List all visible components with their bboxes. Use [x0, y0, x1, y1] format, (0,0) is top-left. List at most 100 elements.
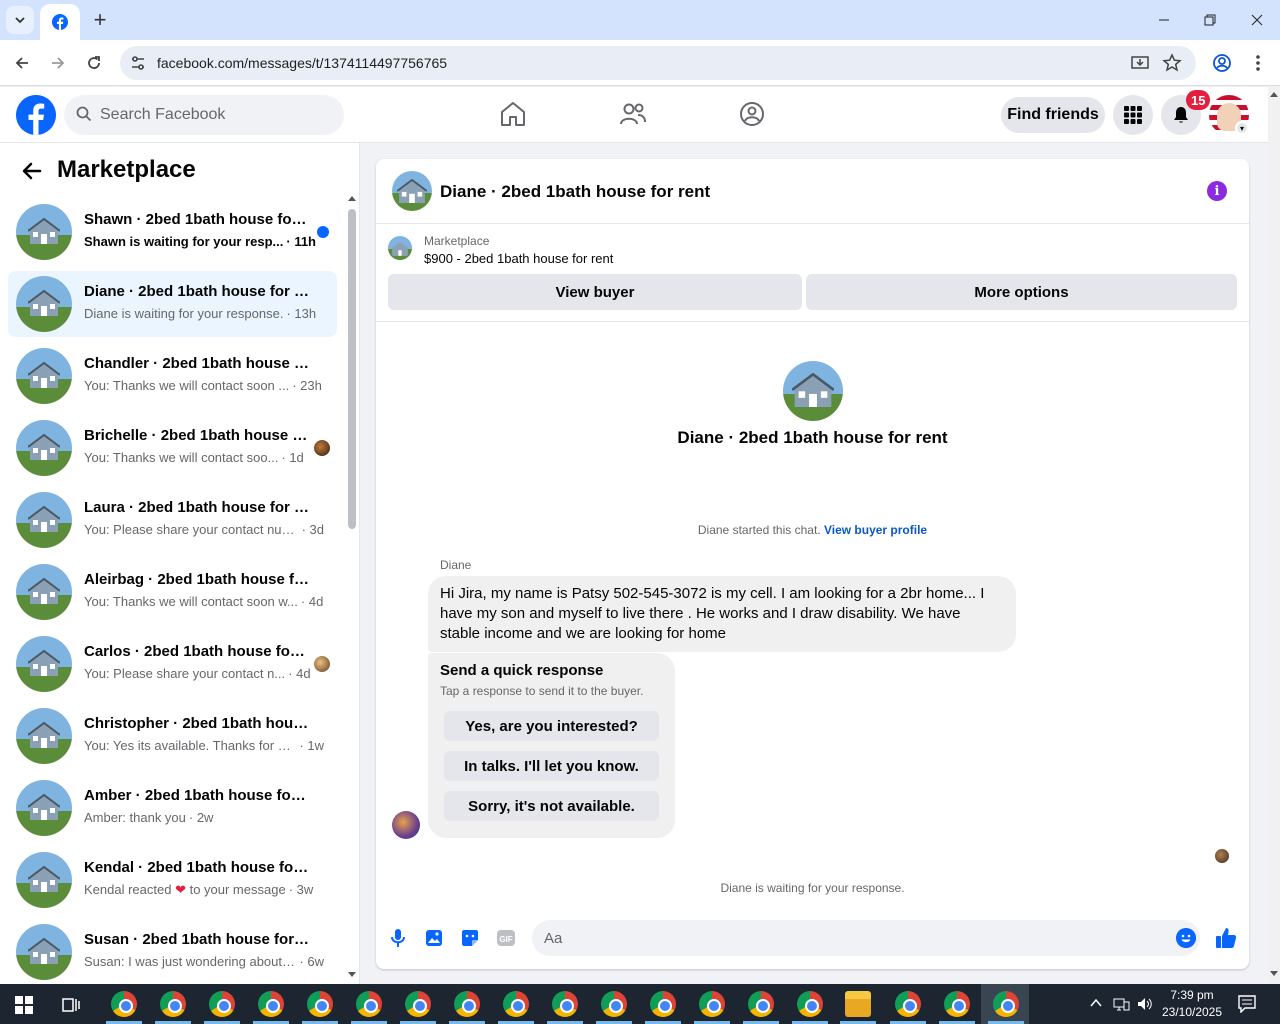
conversation-item[interactable]: Diane · 2bed 1bath house for rent Diane i…: [8, 271, 337, 337]
house-thumbnail-icon: [792, 373, 834, 407]
chevron-down-icon: [15, 17, 25, 24]
chrome-taskbar-icon[interactable]: [454, 991, 480, 1017]
reload-button[interactable]: [80, 49, 108, 77]
menu-grid-button[interactable]: [1113, 95, 1153, 135]
chrome-taskbar-icon[interactable]: [111, 991, 137, 1017]
address-bar[interactable]: facebook.com/messages/t/1374114497756765: [120, 46, 1196, 80]
forward-button[interactable]: [44, 49, 72, 77]
chrome-taskbar-icon[interactable]: [209, 991, 235, 1017]
notification-center-icon[interactable]: [1238, 995, 1256, 1013]
page-scrollbar[interactable]: [1268, 87, 1280, 984]
house-thumbnail-icon: [28, 362, 60, 388]
scroll-up-arrow-icon[interactable]: [1270, 91, 1278, 97]
message-input[interactable]: Aa: [532, 920, 1200, 956]
scroll-up-arrow-icon[interactable]: [348, 195, 356, 201]
conversation-item[interactable]: Amber · 2bed 1bath house for rent Amber: …: [8, 775, 337, 841]
search-placeholder: Search Facebook: [100, 106, 226, 123]
conversation-item[interactable]: Shawn · 2bed 1bath house for rent Shawn i…: [8, 199, 337, 265]
listing-title[interactable]: $900 - 2bed 1bath house for rent: [424, 251, 613, 266]
chrome-taskbar-icon[interactable]: [699, 991, 725, 1017]
quick-response-button[interactable]: Yes, are you interested?: [444, 711, 659, 741]
back-arrow-icon[interactable]: [20, 159, 44, 183]
minimize-window-button[interactable]: [1141, 0, 1187, 40]
chrome-taskbar-icon[interactable]: [503, 991, 529, 1017]
chrome-taskbar-icon[interactable]: [601, 991, 627, 1017]
new-tab-button[interactable]: +: [86, 6, 114, 34]
task-view-icon[interactable]: [62, 996, 80, 1014]
home-nav-icon[interactable]: [498, 99, 528, 129]
account-menu-chevron-icon[interactable]: ▾: [1235, 121, 1249, 135]
groups-nav-icon[interactable]: [737, 99, 767, 129]
gif-button[interactable]: GIF: [494, 926, 518, 950]
conversation-item[interactable]: Carlos · 2bed 1bath house for rent You: P…: [8, 631, 337, 697]
install-app-icon[interactable]: [1130, 53, 1150, 73]
tab-search-button[interactable]: [6, 6, 34, 34]
chrome-taskbar-icon[interactable]: [944, 991, 970, 1017]
network-icon[interactable]: [1112, 996, 1130, 1012]
more-options-button[interactable]: More options: [806, 274, 1237, 310]
chrome-taskbar-icon[interactable]: [650, 991, 676, 1017]
conversation-item[interactable]: Susan · 2bed 1bath house for rent Susan: …: [8, 919, 337, 984]
chrome-taskbar-icon[interactable]: [895, 991, 921, 1017]
friends-nav-icon[interactable]: [618, 99, 648, 129]
conversation-item[interactable]: Aleirbag · 2bed 1bath house for rent You:…: [8, 559, 337, 625]
find-friends-button[interactable]: Find friends: [1001, 97, 1105, 133]
volume-icon[interactable]: [1136, 996, 1154, 1012]
browser-menu-icon[interactable]: [1250, 53, 1266, 73]
sidebar-scroll-thumb[interactable]: [348, 209, 356, 529]
conversation-item[interactable]: Brichelle · 2bed 1bath house for rent You…: [8, 415, 337, 481]
chrome-taskbar-icon[interactable]: [552, 991, 578, 1017]
chrome-taskbar-icon[interactable]: [307, 991, 333, 1017]
back-button[interactable]: [8, 49, 36, 77]
search-icon: [76, 106, 92, 122]
heart-reaction-icon: ❤︎: [171, 882, 190, 897]
house-thumbnail-icon: [28, 938, 60, 964]
emoji-icon[interactable]: [1176, 928, 1196, 948]
conversation-item[interactable]: Laura · 2bed 1bath house for rent You: Pl…: [8, 487, 337, 553]
sidebar-scrollbar[interactable]: [347, 196, 357, 984]
conversation-info-icon[interactable]: i: [1207, 181, 1227, 201]
attach-photo-button[interactable]: [422, 926, 446, 950]
chrome-taskbar-icon[interactable]: [993, 991, 1019, 1017]
quick-response-button[interactable]: In talks. I'll let you know.: [444, 751, 659, 781]
bookmark-star-icon[interactable]: [1162, 53, 1182, 73]
chrome-taskbar-icon[interactable]: [748, 991, 774, 1017]
file-explorer-taskbar-icon[interactable]: [845, 991, 871, 1017]
chat-listing-avatar[interactable]: [392, 171, 432, 211]
chrome-taskbar-icon[interactable]: [356, 991, 382, 1017]
profile-account-icon[interactable]: [1212, 53, 1232, 73]
chrome-taskbar-icon[interactable]: [405, 991, 431, 1017]
taskbar-clock[interactable]: 7:39 pm 23/10/2025: [1154, 987, 1230, 1021]
conversation-item[interactable]: Chandler · 2bed 1bath house for rent You:…: [8, 343, 337, 409]
scroll-down-arrow-icon[interactable]: [348, 972, 356, 978]
scroll-down-arrow-icon[interactable]: [1270, 971, 1278, 977]
conversation-preview-line: You: Thanks we will contact soon w... · 4…: [84, 594, 324, 609]
close-window-button[interactable]: [1234, 0, 1280, 40]
facebook-header: Search Facebook Find friends 15 ▾: [0, 87, 1268, 143]
view-buyer-profile-link[interactable]: View buyer profile: [824, 523, 927, 537]
show-hidden-icons-icon[interactable]: [1090, 998, 1102, 1008]
voice-clip-button[interactable]: [386, 926, 410, 950]
browser-tab-facebook[interactable]: [40, 4, 80, 40]
facebook-search-input[interactable]: Search Facebook: [64, 95, 344, 135]
chrome-taskbar-icon[interactable]: [258, 991, 284, 1017]
conversation-preview: You: Thanks we will contact soon ...: [84, 378, 290, 393]
house-thumbnail-icon: [28, 722, 60, 748]
sender-avatar[interactable]: [392, 811, 420, 839]
send-like-button[interactable]: [1214, 926, 1238, 950]
windows-start-icon[interactable]: [15, 996, 33, 1014]
conversation-item[interactable]: Christopher · 2bed 1bath house for rent Y…: [8, 703, 337, 769]
conversation-listing-thumbnail: [16, 564, 72, 620]
chrome-taskbar-icon[interactable]: [797, 991, 823, 1017]
listing-thumbnail[interactable]: [388, 236, 412, 260]
restore-window-button[interactable]: [1187, 0, 1233, 40]
conversation-item[interactable]: Kendal · 2bed 1bath house for rent Kendal…: [8, 847, 337, 913]
site-settings-icon[interactable]: [128, 53, 148, 73]
conversation-time: · 4d: [300, 594, 324, 609]
listing-summary: Marketplace $900 - 2bed 1bath house for …: [376, 224, 1249, 322]
view-buyer-button[interactable]: View buyer: [388, 274, 802, 310]
sticker-button[interactable]: [458, 926, 482, 950]
quick-response-button[interactable]: Sorry, it's not available.: [444, 791, 659, 821]
facebook-logo-icon[interactable]: [16, 95, 56, 135]
chrome-taskbar-icon[interactable]: [160, 991, 186, 1017]
